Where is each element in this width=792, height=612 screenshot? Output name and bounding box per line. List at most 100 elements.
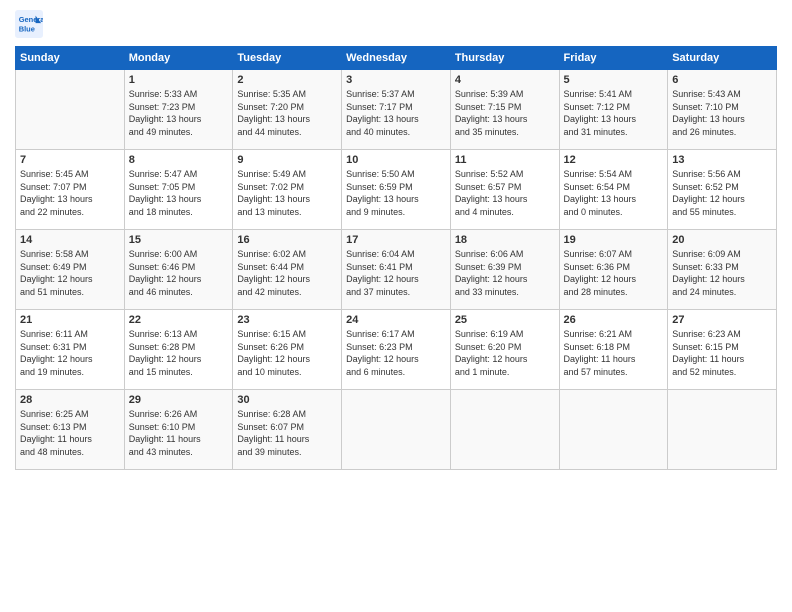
day-info: Sunrise: 5:43 AM Sunset: 7:10 PM Dayligh…: [672, 88, 772, 138]
day-number: 30: [237, 394, 337, 406]
page-header: General Blue: [15, 10, 777, 38]
day-info: Sunrise: 6:17 AM Sunset: 6:23 PM Dayligh…: [346, 328, 446, 378]
day-header-sunday: Sunday: [16, 47, 125, 70]
day-info: Sunrise: 5:49 AM Sunset: 7:02 PM Dayligh…: [237, 168, 337, 218]
day-info: Sunrise: 6:04 AM Sunset: 6:41 PM Dayligh…: [346, 248, 446, 298]
day-info: Sunrise: 6:11 AM Sunset: 6:31 PM Dayligh…: [20, 328, 120, 378]
calendar-cell: 14 Sunrise: 5:58 AM Sunset: 6:49 PM Dayli…: [16, 230, 125, 310]
svg-text:Blue: Blue: [19, 24, 35, 33]
logo-icon: General Blue: [15, 10, 43, 38]
day-info: Sunrise: 5:56 AM Sunset: 6:52 PM Dayligh…: [672, 168, 772, 218]
calendar-header-row: SundayMondayTuesdayWednesdayThursdayFrid…: [16, 47, 777, 70]
day-info: Sunrise: 5:54 AM Sunset: 6:54 PM Dayligh…: [564, 168, 664, 218]
day-number: 8: [129, 154, 229, 166]
calendar-cell: 18 Sunrise: 6:06 AM Sunset: 6:39 PM Dayli…: [450, 230, 559, 310]
day-header-monday: Monday: [124, 47, 233, 70]
calendar-cell: 30 Sunrise: 6:28 AM Sunset: 6:07 PM Dayli…: [233, 390, 342, 470]
day-number: 19: [564, 234, 664, 246]
calendar-cell: 5Sunrise: 5:41 AM Sunset: 7:12 PM Daylig…: [559, 70, 668, 150]
day-number: 5: [564, 74, 664, 86]
page-container: General Blue SundayMondayTuesdayWednesda…: [0, 0, 792, 480]
calendar-cell: 13 Sunrise: 5:56 AM Sunset: 6:52 PM Dayli…: [668, 150, 777, 230]
calendar-cell: 29Sunrise: 6:26 AM Sunset: 6:10 PM Dayli…: [124, 390, 233, 470]
day-info: Sunrise: 5:47 AM Sunset: 7:05 PM Dayligh…: [129, 168, 229, 218]
calendar-cell: 16 Sunrise: 6:02 AM Sunset: 6:44 PM Dayli…: [233, 230, 342, 310]
calendar-cell: 19 Sunrise: 6:07 AM Sunset: 6:36 PM Dayli…: [559, 230, 668, 310]
day-number: 1: [129, 74, 229, 86]
day-number: 7: [20, 154, 120, 166]
day-number: 29: [129, 394, 229, 406]
day-number: 16: [237, 234, 337, 246]
day-number: 14: [20, 234, 120, 246]
calendar-cell: 25Sunrise: 6:19 AM Sunset: 6:20 PM Dayli…: [450, 310, 559, 390]
calendar-week-5: 28 Sunrise: 6:25 AM Sunset: 6:13 PM Dayli…: [16, 390, 777, 470]
day-number: 3: [346, 74, 446, 86]
calendar-cell: 6 Sunrise: 5:43 AM Sunset: 7:10 PM Daylig…: [668, 70, 777, 150]
day-info: Sunrise: 6:02 AM Sunset: 6:44 PM Dayligh…: [237, 248, 337, 298]
day-info: Sunrise: 6:15 AM Sunset: 6:26 PM Dayligh…: [237, 328, 337, 378]
day-info: Sunrise: 5:33 AM Sunset: 7:23 PM Dayligh…: [129, 88, 229, 138]
calendar-cell: [16, 70, 125, 150]
calendar-cell: 2Sunrise: 5:35 AM Sunset: 7:20 PM Daylig…: [233, 70, 342, 150]
day-number: 9: [237, 154, 337, 166]
day-number: 18: [455, 234, 555, 246]
day-info: Sunrise: 6:28 AM Sunset: 6:07 PM Dayligh…: [237, 408, 337, 458]
calendar-cell: 1 Sunrise: 5:33 AM Sunset: 7:23 PM Daylig…: [124, 70, 233, 150]
calendar-cell: 26Sunrise: 6:21 AM Sunset: 6:18 PM Dayli…: [559, 310, 668, 390]
day-number: 15: [129, 234, 229, 246]
calendar-cell: [450, 390, 559, 470]
calendar-cell: 7 Sunrise: 5:45 AM Sunset: 7:07 PM Daylig…: [16, 150, 125, 230]
calendar-table: SundayMondayTuesdayWednesdayThursdayFrid…: [15, 46, 777, 470]
calendar-cell: 3 Sunrise: 5:37 AM Sunset: 7:17 PM Daylig…: [342, 70, 451, 150]
day-info: Sunrise: 5:58 AM Sunset: 6:49 PM Dayligh…: [20, 248, 120, 298]
day-header-tuesday: Tuesday: [233, 47, 342, 70]
day-info: Sunrise: 6:13 AM Sunset: 6:28 PM Dayligh…: [129, 328, 229, 378]
calendar-cell: 8 Sunrise: 5:47 AM Sunset: 7:05 PM Daylig…: [124, 150, 233, 230]
logo: General Blue: [15, 10, 46, 38]
day-info: Sunrise: 5:45 AM Sunset: 7:07 PM Dayligh…: [20, 168, 120, 218]
day-number: 22: [129, 314, 229, 326]
day-number: 13: [672, 154, 772, 166]
day-number: 23: [237, 314, 337, 326]
calendar-cell: 24 Sunrise: 6:17 AM Sunset: 6:23 PM Dayli…: [342, 310, 451, 390]
day-info: Sunrise: 6:06 AM Sunset: 6:39 PM Dayligh…: [455, 248, 555, 298]
day-number: 21: [20, 314, 120, 326]
day-header-wednesday: Wednesday: [342, 47, 451, 70]
day-number: 27: [672, 314, 772, 326]
day-number: 17: [346, 234, 446, 246]
day-info: Sunrise: 5:39 AM Sunset: 7:15 PM Dayligh…: [455, 88, 555, 138]
calendar-cell: 27Sunrise: 6:23 AM Sunset: 6:15 PM Dayli…: [668, 310, 777, 390]
day-number: 6: [672, 74, 772, 86]
calendar-cell: 9 Sunrise: 5:49 AM Sunset: 7:02 PM Daylig…: [233, 150, 342, 230]
calendar-cell: 23 Sunrise: 6:15 AM Sunset: 6:26 PM Dayli…: [233, 310, 342, 390]
day-info: Sunrise: 6:00 AM Sunset: 6:46 PM Dayligh…: [129, 248, 229, 298]
day-info: Sunrise: 5:37 AM Sunset: 7:17 PM Dayligh…: [346, 88, 446, 138]
day-info: Sunrise: 6:07 AM Sunset: 6:36 PM Dayligh…: [564, 248, 664, 298]
calendar-cell: [668, 390, 777, 470]
calendar-cell: 21 Sunrise: 6:11 AM Sunset: 6:31 PM Dayli…: [16, 310, 125, 390]
calendar-week-4: 21 Sunrise: 6:11 AM Sunset: 6:31 PM Dayli…: [16, 310, 777, 390]
day-info: Sunrise: 5:35 AM Sunset: 7:20 PM Dayligh…: [237, 88, 337, 138]
calendar-week-1: 1 Sunrise: 5:33 AM Sunset: 7:23 PM Daylig…: [16, 70, 777, 150]
calendar-cell: 11Sunrise: 5:52 AM Sunset: 6:57 PM Dayli…: [450, 150, 559, 230]
day-number: 25: [455, 314, 555, 326]
calendar-cell: 4 Sunrise: 5:39 AM Sunset: 7:15 PM Daylig…: [450, 70, 559, 150]
day-header-thursday: Thursday: [450, 47, 559, 70]
day-info: Sunrise: 5:52 AM Sunset: 6:57 PM Dayligh…: [455, 168, 555, 218]
day-header-saturday: Saturday: [668, 47, 777, 70]
day-number: 28: [20, 394, 120, 406]
calendar-cell: [559, 390, 668, 470]
day-number: 10: [346, 154, 446, 166]
day-info: Sunrise: 6:09 AM Sunset: 6:33 PM Dayligh…: [672, 248, 772, 298]
day-info: Sunrise: 6:25 AM Sunset: 6:13 PM Dayligh…: [20, 408, 120, 458]
calendar-week-2: 7 Sunrise: 5:45 AM Sunset: 7:07 PM Daylig…: [16, 150, 777, 230]
day-number: 24: [346, 314, 446, 326]
day-number: 4: [455, 74, 555, 86]
day-header-friday: Friday: [559, 47, 668, 70]
calendar-cell: [342, 390, 451, 470]
day-number: 20: [672, 234, 772, 246]
day-number: 26: [564, 314, 664, 326]
calendar-cell: 10Sunrise: 5:50 AM Sunset: 6:59 PM Dayli…: [342, 150, 451, 230]
day-number: 12: [564, 154, 664, 166]
calendar-cell: 22 Sunrise: 6:13 AM Sunset: 6:28 PM Dayli…: [124, 310, 233, 390]
